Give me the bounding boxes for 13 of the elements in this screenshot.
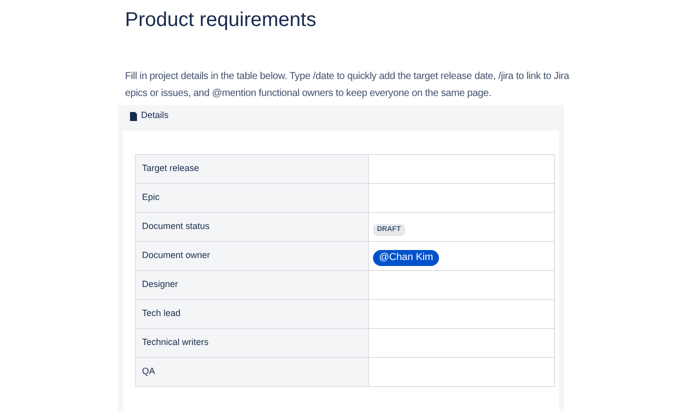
document-icon (130, 112, 137, 120)
table-header-cell: Designer (136, 270, 368, 300)
table-header-cell: QA (136, 358, 368, 386)
panel-title: Details (141, 109, 169, 122)
intro-paragraph: Fill in project details in the table below. Type /date to quickly add the target release date, /jira to link to Jira epics or issues, and @mention functional owners to keep everyone on the same page. (125, 70, 570, 101)
page-title: Product requirements (125, 8, 318, 32)
table-header-cell: Epic (136, 184, 368, 212)
user-mention[interactable]: @Chan Kim (373, 250, 440, 266)
table-header-cell: Document owner (136, 242, 368, 270)
table-header-cell: Document status (136, 212, 368, 242)
table-header-cell: Technical writers (136, 328, 368, 358)
table-header-cell: Target release (136, 154, 368, 184)
table-header-cell: Tech lead (136, 300, 368, 328)
